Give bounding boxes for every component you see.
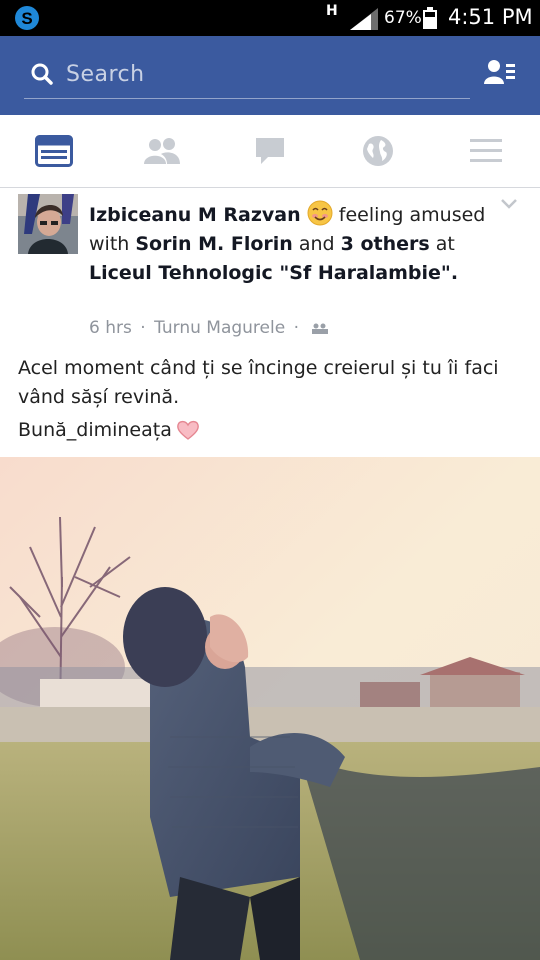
meta-separator: · — [140, 318, 146, 338]
post-meta: 6 hrs · Turnu Magurele · — [89, 318, 329, 338]
signal-icon — [350, 8, 378, 30]
location-link[interactable]: Liceul Tehnologic "Sf Haralambie" — [89, 262, 451, 284]
tab-news-feed[interactable] — [0, 115, 108, 187]
friends-audience-icon[interactable] — [311, 323, 329, 335]
hashtag: Bună_dimineața — [18, 419, 172, 441]
author-name-link[interactable]: Izbiceanu M Razvan — [89, 204, 301, 226]
post-time[interactable]: 6 hrs — [89, 318, 132, 338]
tagged-friend-link[interactable]: Sorin M. Florin — [135, 233, 292, 255]
post-place[interactable]: Turnu Magurele — [154, 318, 285, 338]
network-type: H — [326, 3, 338, 19]
clock: 4:51 PM — [448, 5, 533, 29]
battery-percentage: 67% — [384, 8, 422, 28]
pink-heart-emoji — [176, 420, 199, 440]
post-photo[interactable] — [0, 457, 540, 960]
tab-notifications[interactable] — [324, 115, 432, 187]
search-icon — [31, 63, 53, 85]
friend-requests-icon[interactable] — [484, 58, 516, 86]
skype-icon: S — [15, 6, 39, 30]
chat-bubble-icon — [256, 138, 284, 164]
search-bar[interactable]: Search — [24, 54, 470, 99]
status-bar: S H 67% 4:51 PM — [0, 0, 540, 36]
header-period: . — [450, 262, 459, 284]
tagged-others-link[interactable]: 3 others — [341, 233, 430, 255]
globe-icon — [363, 136, 393, 166]
news-feed-icon — [35, 135, 73, 167]
meta-separator: · — [293, 318, 300, 338]
tab-more[interactable] — [432, 115, 540, 187]
tab-bar — [0, 115, 540, 188]
svg-text:S: S — [21, 9, 32, 28]
post-message-text: Acel moment când ți se încinge creierul … — [18, 357, 499, 408]
battery-icon — [423, 7, 437, 29]
tab-friends[interactable] — [108, 115, 216, 187]
tab-messages[interactable] — [216, 115, 324, 187]
post-header: Izbiceanu M Razvan feeling amused with S… — [89, 200, 519, 288]
friends-icon — [144, 138, 180, 164]
post-message: Acel moment când ți se încinge creierul … — [18, 354, 528, 445]
at-word: at — [435, 233, 455, 255]
smiling-face-emoji — [307, 200, 333, 226]
and-word: and — [298, 233, 335, 255]
search-input[interactable]: Search — [66, 62, 145, 87]
app-header: Search — [0, 36, 540, 115]
menu-icon — [470, 139, 502, 162]
avatar[interactable] — [18, 194, 78, 254]
